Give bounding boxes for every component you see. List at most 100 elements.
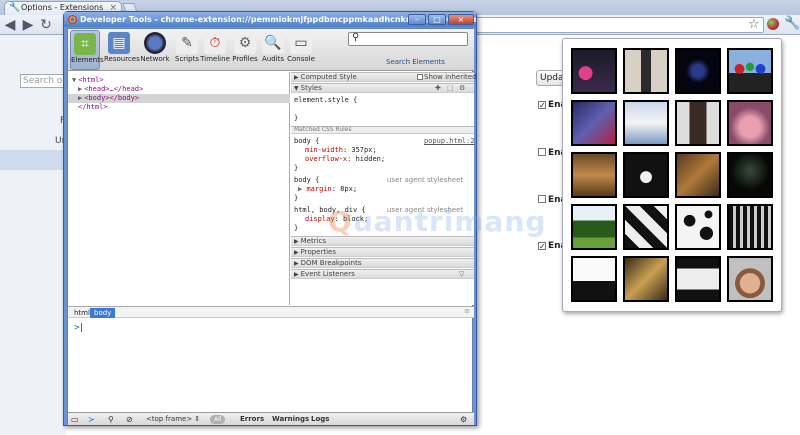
hello-world-photo-3[interactable] — [675, 256, 721, 302]
computed-style-section[interactable]: ▶ Computed Style Show inherited — [291, 72, 477, 82]
tree-photo[interactable] — [571, 204, 617, 250]
devtools-toolbar: ⌗ Elements ▤ Resources Network ✎ Scripts ⏱ T… — [68, 29, 474, 71]
show-inherited-checkbox[interactable] — [417, 74, 423, 80]
toggle-element-state-icon[interactable]: ⬚ — [447, 84, 454, 93]
expand-arrow-icon[interactable]: ▶ — [78, 85, 82, 93]
css-property: overflow-x — [305, 155, 348, 163]
tool-network[interactable]: Network — [140, 30, 170, 70]
element-style-rule[interactable]: element.style { — [294, 96, 357, 105]
rule-close-brace: } — [294, 164, 299, 172]
css-declaration[interactable]: ▶ margin: 8px; — [298, 185, 357, 194]
silhouette-sky-photo[interactable] — [571, 256, 617, 302]
dark-room-photo[interactable] — [727, 152, 773, 198]
wedding-photo[interactable] — [623, 100, 669, 146]
gear-icon[interactable]: ⚙ — [459, 84, 465, 93]
event-listeners-section[interactable]: ▶ Event Listeners ▽ — [291, 269, 474, 279]
dom-node-body[interactable]: ▶ <body></body> — [68, 94, 290, 103]
search-elements-label: Search Elements — [386, 58, 445, 66]
wrench-menu-icon[interactable]: 🔧 — [784, 16, 800, 31]
scripts-icon: ✎ — [176, 32, 198, 54]
back-icon[interactable]: ◀ — [2, 17, 18, 33]
close-icon[interactable]: × — [448, 14, 474, 25]
tool-timeline[interactable]: ⏱ Timeline — [200, 30, 230, 70]
collapse-arrow-icon[interactable]: ▼ — [72, 76, 76, 84]
filter-warnings-button[interactable]: Warnings — [272, 414, 309, 425]
search-elements-input[interactable]: ⚲ — [348, 32, 468, 46]
maximize-icon[interactable]: □ — [428, 14, 446, 25]
cat-photo[interactable] — [623, 152, 669, 198]
elements-dom-tree: ▼ <html> ▶ <head>…</head> ▶ <body></body> <… — [68, 72, 290, 305]
extension-icon[interactable] — [767, 18, 779, 30]
pink-monster-photo[interactable] — [571, 48, 617, 94]
breadcrumb: html body ≡ — [68, 306, 474, 318]
bookmark-star-icon[interactable]: ☆ — [748, 17, 760, 32]
expand-arrow-icon: ▶ — [294, 260, 299, 267]
dom-node-text: <body></body> — [84, 94, 140, 102]
show-inherited-toggle[interactable]: Show inherited — [417, 73, 477, 82]
dom-node-html-close[interactable]: </html> — [78, 103, 108, 112]
css-value: hidden; — [355, 155, 386, 163]
css-rule-selector[interactable]: body { — [294, 176, 319, 185]
tool-elements[interactable]: ⌗ Elements — [70, 30, 104, 70]
nav-selected-item[interactable] — [0, 150, 66, 170]
css-rule-source-link[interactable]: popup.html:2 — [424, 137, 475, 146]
reload-icon[interactable]: ↻ — [38, 17, 54, 33]
css-value: 357px; — [351, 146, 377, 154]
dom-node-head[interactable]: ▶ <head>…</head> — [78, 85, 143, 94]
console-icon: ▭ — [290, 32, 312, 54]
cow-pattern-photo[interactable] — [675, 204, 721, 250]
enable-checkbox-3[interactable] — [538, 195, 546, 203]
styles-section[interactable]: ▼ Styles ✚ ⬚ ⚙ — [291, 83, 474, 93]
css-value: 8px; — [340, 185, 358, 193]
forward-icon[interactable]: ▶ — [20, 17, 36, 33]
clear-console-icon[interactable]: ⊘ — [126, 414, 133, 425]
woman-portrait-photo[interactable] — [675, 100, 721, 146]
man-beanie-photo[interactable] — [727, 256, 773, 302]
tool-audits[interactable]: 🔍 Audits — [258, 30, 288, 70]
person-standing-photo[interactable] — [623, 48, 669, 94]
hello-world-photo-2[interactable] — [623, 256, 669, 302]
dom-breakpoints-section[interactable]: ▶ DOM Breakpoints — [291, 258, 474, 268]
inspect-icon[interactable]: ⚲ — [108, 414, 114, 425]
console-toggle-icon[interactable]: ≻ — [88, 414, 95, 425]
breadcrumb-body[interactable]: body — [90, 308, 116, 318]
tool-console[interactable]: ▭ Console — [286, 30, 316, 70]
minimize-icon[interactable]: – — [408, 14, 426, 25]
address-bar[interactable] — [476, 17, 764, 33]
dom-node-html[interactable]: ▼ <html> — [72, 76, 104, 85]
settings-gear-icon[interactable]: ⚙ — [460, 414, 467, 425]
filter-icon[interactable]: ▽ — [459, 270, 464, 279]
wrench-icon: 🔧 — [9, 3, 21, 13]
enable-checkbox-4[interactable]: ✓ — [538, 242, 546, 251]
tool-label: Resources — [104, 55, 140, 63]
resize-handle-icon[interactable]: ≡ — [464, 307, 470, 315]
properties-section[interactable]: ▶ Properties — [291, 247, 474, 257]
css-rule-selector[interactable]: body { — [294, 137, 319, 146]
enable-checkbox-2[interactable] — [538, 148, 546, 156]
expand-arrow-icon[interactable]: ▶ — [78, 94, 82, 102]
cards-photo[interactable] — [675, 152, 721, 198]
frame-selector[interactable]: <top frame> ⇕ — [146, 414, 200, 425]
tool-profiles[interactable]: ⚙ Profiles — [230, 30, 260, 70]
watermark-text: uantrimang — [352, 205, 547, 238]
console-input[interactable] — [81, 323, 82, 332]
filter-all-button[interactable]: All — [210, 415, 226, 424]
enable-checkbox-1[interactable]: ✓ — [538, 101, 546, 110]
filter-logs-button[interactable]: Logs — [311, 414, 329, 425]
colored-balls-photo[interactable] — [727, 48, 773, 94]
hello-world-photo-1[interactable] — [727, 204, 773, 250]
filter-errors-button[interactable]: Errors — [240, 414, 264, 425]
tool-resources[interactable]: ▤ Resources — [104, 30, 140, 70]
hand-photo[interactable] — [727, 100, 773, 146]
puzzle-pattern-photo[interactable] — [623, 204, 669, 250]
railroad-photo[interactable] — [571, 152, 617, 198]
network-icon — [144, 32, 166, 54]
light-swirl-photo[interactable] — [675, 48, 721, 94]
new-style-rule-icon[interactable]: ✚ — [435, 84, 441, 93]
css-declaration[interactable]: min-width: 357px; — [305, 146, 377, 155]
css-property: margin — [306, 185, 332, 193]
tool-scripts[interactable]: ✎ Scripts — [172, 30, 202, 70]
sneakers-photo[interactable] — [571, 100, 617, 146]
dock-icon[interactable]: ▭ — [71, 414, 79, 425]
css-declaration[interactable]: overflow-x: hidden; — [305, 155, 385, 164]
